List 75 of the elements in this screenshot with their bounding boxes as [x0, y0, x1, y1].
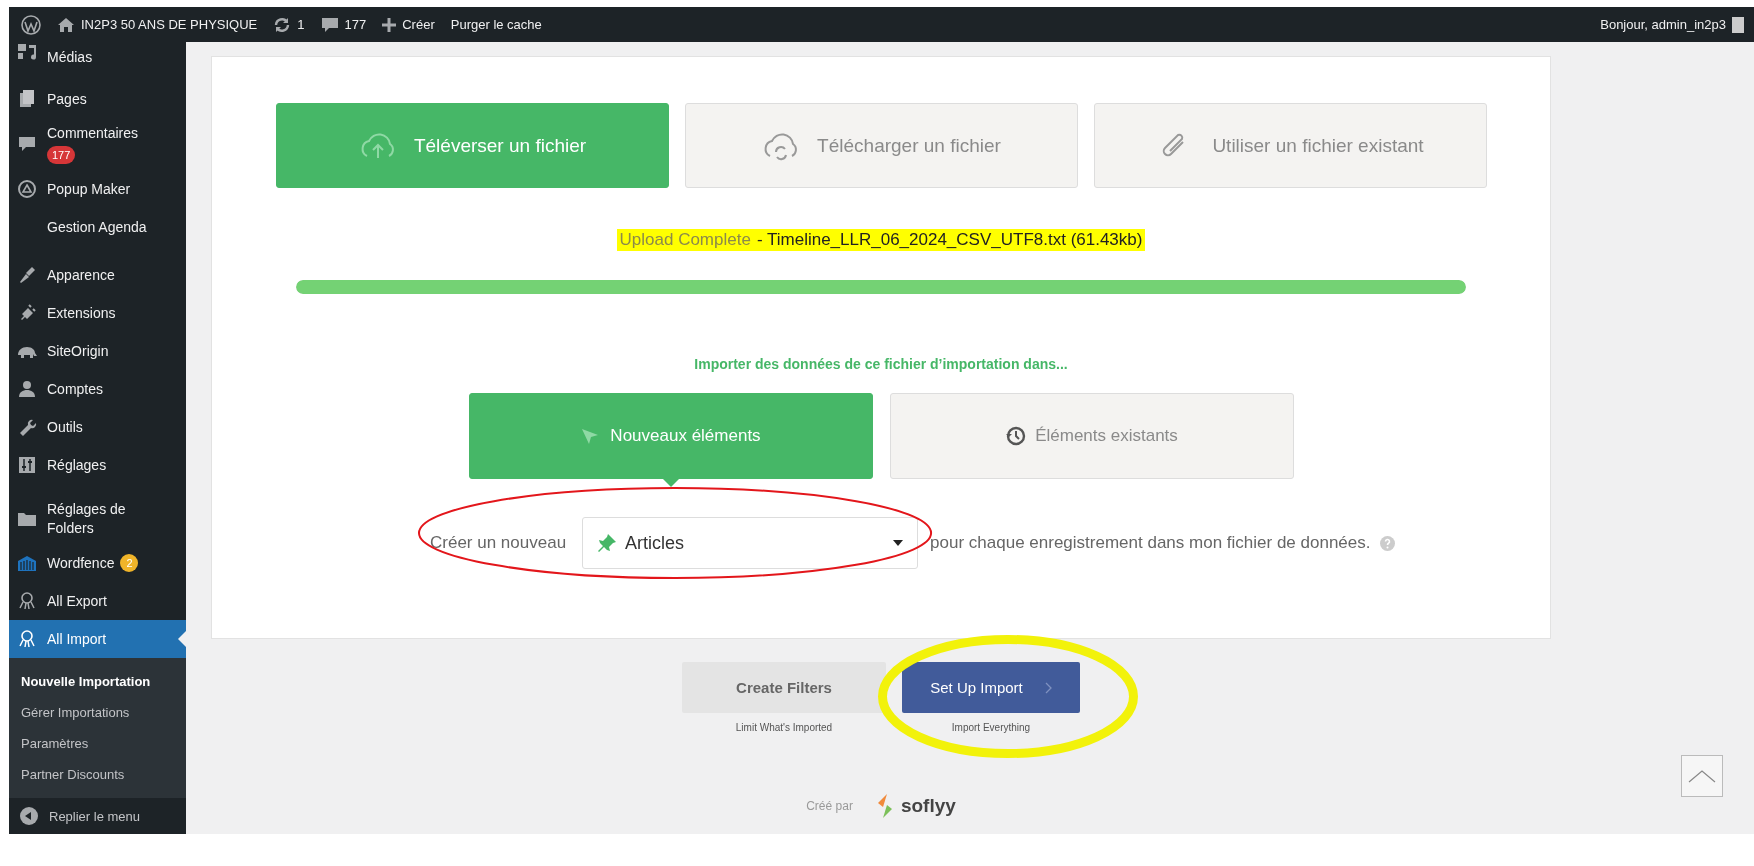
menu-label: Médias: [47, 48, 93, 67]
sidebar-item[interactable]: Apparence: [9, 256, 186, 294]
sidebar-item[interactable]: All Export: [9, 582, 186, 620]
submenu-item[interactable]: Paramètres: [9, 728, 186, 759]
menu-label: SiteOrigin: [47, 341, 109, 361]
menu-label: Gestion Agenda: [47, 217, 147, 237]
credit-text: Créé par: [806, 799, 853, 813]
chevron-icon: [1044, 681, 1052, 694]
menu-label: Pages: [47, 89, 87, 109]
submenu-item[interactable]: Gérer Importations: [9, 697, 186, 728]
home-icon[interactable]: [57, 16, 75, 33]
brush-icon: [17, 265, 37, 285]
chevron-up-icon: [1688, 769, 1716, 783]
button-caption: Limit What's Imported: [735, 722, 833, 733]
sidebar-item[interactable]: Réglages: [9, 446, 186, 484]
submenu-item[interactable]: Nouvelle Importation: [9, 666, 186, 697]
menu-label: Outils: [47, 417, 83, 437]
count-badge: 2: [120, 554, 139, 572]
set-up-import-button[interactable]: Set Up Import: [902, 662, 1080, 713]
sidebar-item[interactable]: Commentaires 177: [9, 118, 186, 170]
sidebar-item[interactable]: Pages: [9, 80, 186, 118]
menu-label: Apparence: [47, 265, 115, 285]
create-suffix-text: pour chaque enregistrement dans mon fichier de données.: [930, 533, 1371, 553]
speech-bubble-icon[interactable]: [320, 15, 339, 34]
avatar-icon[interactable]: [1732, 16, 1744, 33]
plus-icon[interactable]: [382, 17, 397, 32]
logo-circle-icon[interactable]: [21, 14, 41, 35]
submenu-item[interactable]: Partner Discounts: [9, 759, 186, 790]
count-badge: 177: [47, 146, 76, 164]
post-type-dropdown[interactable]: Articles: [582, 517, 919, 569]
fence-icon: [17, 553, 37, 573]
comments-count[interactable]: 177: [344, 17, 367, 32]
upload-status-label: Upload Complete: [616, 229, 754, 251]
octopus-icon: [17, 629, 37, 649]
brand-link[interactable]: soflyy: [900, 795, 956, 817]
menu-label: Popup Maker: [47, 179, 131, 199]
menu-label: Commentaires: [47, 124, 139, 143]
media-icon: [17, 42, 37, 62]
sidebar-item[interactable]: Comptes: [9, 370, 186, 408]
sidebar-item[interactable]: Médias: [9, 42, 186, 80]
site-title-link[interactable]: IN2P3 50 ANS DE PHYSIQUE: [81, 17, 258, 32]
sliders-icon: [17, 455, 37, 475]
sidebar-item[interactable]: Extensions: [9, 294, 186, 332]
greeting-link[interactable]: Bonjour, admin_in2p3: [1600, 17, 1726, 32]
pin-icon: [597, 533, 618, 553]
menu-label: Réglages: [47, 455, 107, 475]
user-icon: [17, 379, 37, 399]
caret-icon: [893, 540, 904, 546]
sidebar-item[interactable]: Popup Maker: [9, 170, 186, 208]
file-info-text: - Timeline_LLR_06_2024_CSV_UTF8.txt (61.43kb): [753, 229, 1146, 251]
speech-bubble-icon: [17, 134, 37, 154]
new-link[interactable]: Créer: [402, 17, 435, 32]
menu-label: All Export: [47, 591, 107, 611]
import-prompt: Importer des données de ce fichier d’importation dans...: [694, 356, 1068, 372]
pages-icon: [17, 89, 37, 109]
create-filters-button[interactable]: Create Filters: [682, 662, 886, 713]
updates-count[interactable]: 1: [297, 17, 305, 32]
menu-label: Extensions: [47, 303, 116, 323]
sidebar-item[interactable]: Outils: [9, 408, 186, 446]
sidebar-item[interactable]: Gestion Agenda: [9, 208, 186, 246]
collapse-menu-button[interactable]: Replier le menu: [9, 798, 186, 834]
button-caption: Import Everything: [951, 722, 1031, 733]
refresh-icon[interactable]: [273, 15, 292, 34]
menu-label: Réglages de Folders: [47, 500, 127, 538]
create-label: Créer un nouveau: [430, 533, 567, 553]
octopus-icon: [17, 591, 37, 611]
menu-label: Wordfence: [47, 553, 115, 573]
sidebar-item[interactable]: Wordfence 2: [9, 544, 186, 582]
purge-cache-link[interactable]: Purger le cache: [450, 17, 542, 32]
menu-label: Comptes: [47, 379, 104, 399]
sidebar-item[interactable]: Réglages de Folders: [9, 494, 186, 544]
menu-label: All Import: [47, 629, 107, 649]
sidebar-item[interactable]: SiteOrigin: [9, 332, 186, 370]
clock-icon: [1005, 425, 1028, 447]
sidebar-item[interactable]: All Import: [9, 620, 186, 658]
